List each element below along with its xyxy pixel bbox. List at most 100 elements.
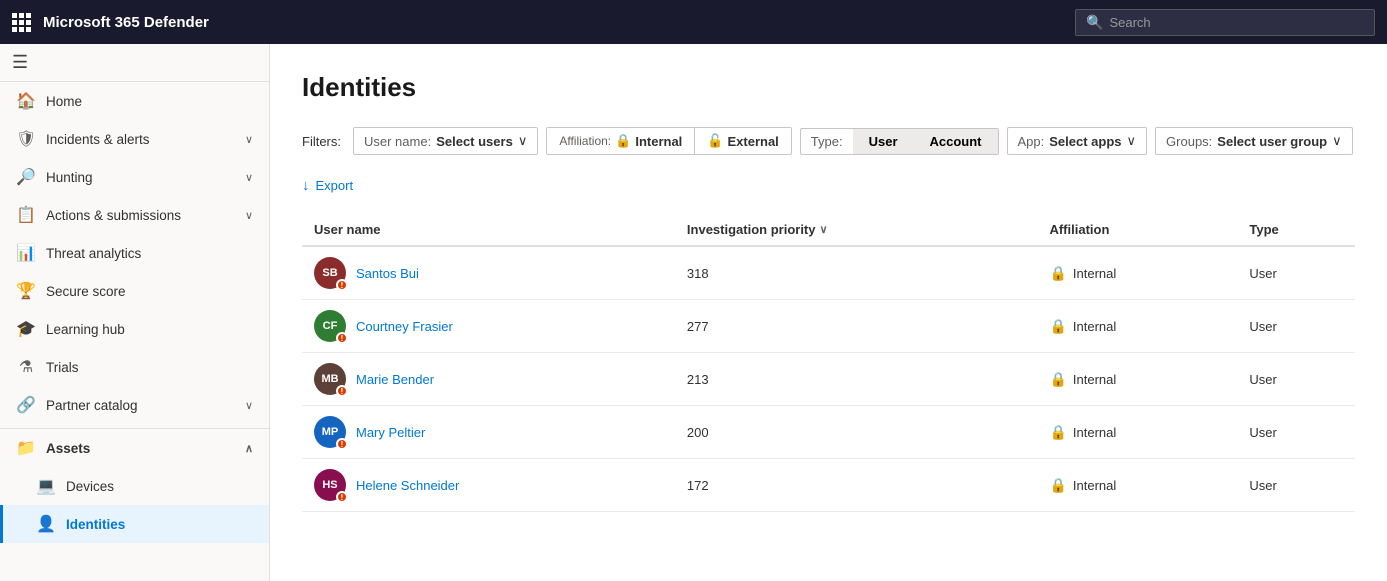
user-name-link[interactable]: Courtney Frasier [356,319,453,334]
affiliation-value: Internal [1073,372,1116,387]
external-label: External [727,134,778,149]
type-cell: User [1237,353,1355,406]
priority-cell: 200 [675,406,1038,459]
col-affiliation: Affiliation [1037,214,1237,246]
sidebar-top: ☰ [0,44,269,82]
sidebar-item-home-label: Home [46,94,82,109]
user-name-link[interactable]: Mary Peltier [356,425,425,440]
sidebar-item-hunting-label: Hunting [46,170,93,185]
search-icon: 🔍 [1086,14,1103,31]
internal-icon: 🔒 [615,133,631,149]
avatar: MP ! [314,416,346,448]
chevron-down-icon: ∨ [245,133,253,146]
home-icon: 🏠 [16,91,36,111]
user-name-link[interactable]: Santos Bui [356,266,419,281]
affiliation-value: Internal [1073,478,1116,493]
sidebar-item-secure[interactable]: 🏆 Secure score [0,272,269,310]
col-username: User name [302,214,675,246]
username-filter[interactable]: User name: Select users ∨ [353,127,538,155]
type-user-btn[interactable]: User [853,129,914,154]
chevron-down-icon: ∨ [245,399,253,412]
internal-icon: 🔒 [1049,265,1066,282]
affiliation-cell: 🔒Internal [1037,406,1237,459]
search-box[interactable]: 🔍 [1075,9,1375,36]
user-cell: MP ! Mary Peltier [302,406,675,459]
avatar-initials: SB [322,267,337,279]
threat-icon: 📊 [16,243,36,263]
export-row: ↓ Export [302,173,1355,198]
app-title: Microsoft 365 Defender [43,14,1063,31]
download-icon: ↓ [302,177,310,194]
sidebar-item-trials[interactable]: ⚗ Trials [0,348,269,386]
app-filter-value: Select apps [1049,134,1121,149]
chevron-down-icon: ∨ [1127,133,1137,149]
user-cell: MB ! Marie Bender [302,353,675,406]
affiliation-toggle: Affiliation: 🔒 Internal 🔓 External [546,127,791,155]
avatar-initials: MB [321,373,338,385]
table-body: SB ! Santos Bui 318🔒InternalUser CF ! Co… [302,246,1355,512]
sidebar-item-devices[interactable]: 💻 Devices [0,467,269,505]
table-row: MP ! Mary Peltier 200🔒InternalUser [302,406,1355,459]
alert-badge: ! [336,279,348,291]
priority-cell: 318 [675,246,1038,300]
avatar: CF ! [314,310,346,342]
sidebar-item-hunting[interactable]: 🔎 Hunting ∨ [0,158,269,196]
sidebar-item-home[interactable]: 🏠 Home [0,82,269,120]
chevron-down-icon: ∨ [245,209,253,222]
topbar: Microsoft 365 Defender 🔍 [0,0,1387,44]
user-cell: CF ! Courtney Frasier [302,300,675,353]
filters-row: Filters: User name: Select users ∨ Affil… [302,127,1355,155]
alert-badge: ! [336,438,348,450]
alert-badge: ! [336,332,348,344]
affiliation-cell: 🔒Internal [1037,459,1237,512]
main-layout: ☰ 🏠 Home 🛡 Incidents & alerts ∨ 🔎 Huntin… [0,44,1387,581]
type-cell: User [1237,300,1355,353]
hunting-icon: 🔎 [16,167,36,187]
hamburger-icon[interactable]: ☰ [12,52,28,72]
sidebar-item-identities[interactable]: 👤 Identities [0,505,269,543]
export-button[interactable]: ↓ Export [302,173,353,198]
app-filter[interactable]: App: Select apps ∨ [1007,127,1148,155]
chevron-down-icon: ∨ [518,133,528,149]
user-cell: HS ! Helene Schneider [302,459,675,512]
sidebar-item-partner[interactable]: 🔗 Partner catalog ∨ [0,386,269,424]
avatar-initials: CF [323,320,338,332]
affiliation-external-btn[interactable]: 🔓 External [695,128,791,154]
type-cell: User [1237,246,1355,300]
affiliation-internal-btn[interactable]: Affiliation: 🔒 Internal [547,128,695,154]
priority-cell: 277 [675,300,1038,353]
alert-badge: ! [336,491,348,503]
sidebar-item-threat[interactable]: 📊 Threat analytics [0,234,269,272]
assets-header[interactable]: 📁 Assets ∧ [0,429,269,467]
secure-icon: 🏆 [16,281,36,301]
app-launcher-icon[interactable] [12,13,31,32]
type-cell: User [1237,406,1355,459]
type-account-btn[interactable]: Account [914,129,998,154]
internal-icon: 🔒 [1049,424,1066,441]
sidebar: ☰ 🏠 Home 🛡 Incidents & alerts ∨ 🔎 Huntin… [0,44,270,581]
col-priority[interactable]: Investigation priority ∨ [675,214,1038,246]
identities-table: User name Investigation priority ∨ Affil… [302,214,1355,512]
internal-icon: 🔒 [1049,318,1066,335]
user-cell: SB ! Santos Bui [302,246,675,300]
avatar: HS ! [314,469,346,501]
trials-icon: ⚗ [16,357,36,377]
internal-icon: 🔒 [1049,371,1066,388]
internal-label: Internal [635,134,682,149]
type-label: Type: [801,129,853,154]
user-name-link[interactable]: Marie Bender [356,372,434,387]
sidebar-item-learning[interactable]: 🎓 Learning hub [0,310,269,348]
affiliation-label: Affiliation: [559,134,611,148]
table-row: HS ! Helene Schneider 172🔒InternalUser [302,459,1355,512]
sidebar-item-actions-label: Actions & submissions [46,208,181,223]
groups-filter[interactable]: Groups: Select user group ∨ [1155,127,1353,155]
user-name-link[interactable]: Helene Schneider [356,478,459,493]
sidebar-item-incidents[interactable]: 🛡 Incidents & alerts ∨ [0,120,269,158]
partner-icon: 🔗 [16,395,36,415]
affiliation-cell: 🔒Internal [1037,300,1237,353]
sidebar-item-learning-label: Learning hub [46,322,125,337]
search-input[interactable] [1109,15,1364,30]
sidebar-item-actions[interactable]: 📋 Actions & submissions ∨ [0,196,269,234]
alert-badge: ! [336,385,348,397]
table-row: CF ! Courtney Frasier 277🔒InternalUser [302,300,1355,353]
